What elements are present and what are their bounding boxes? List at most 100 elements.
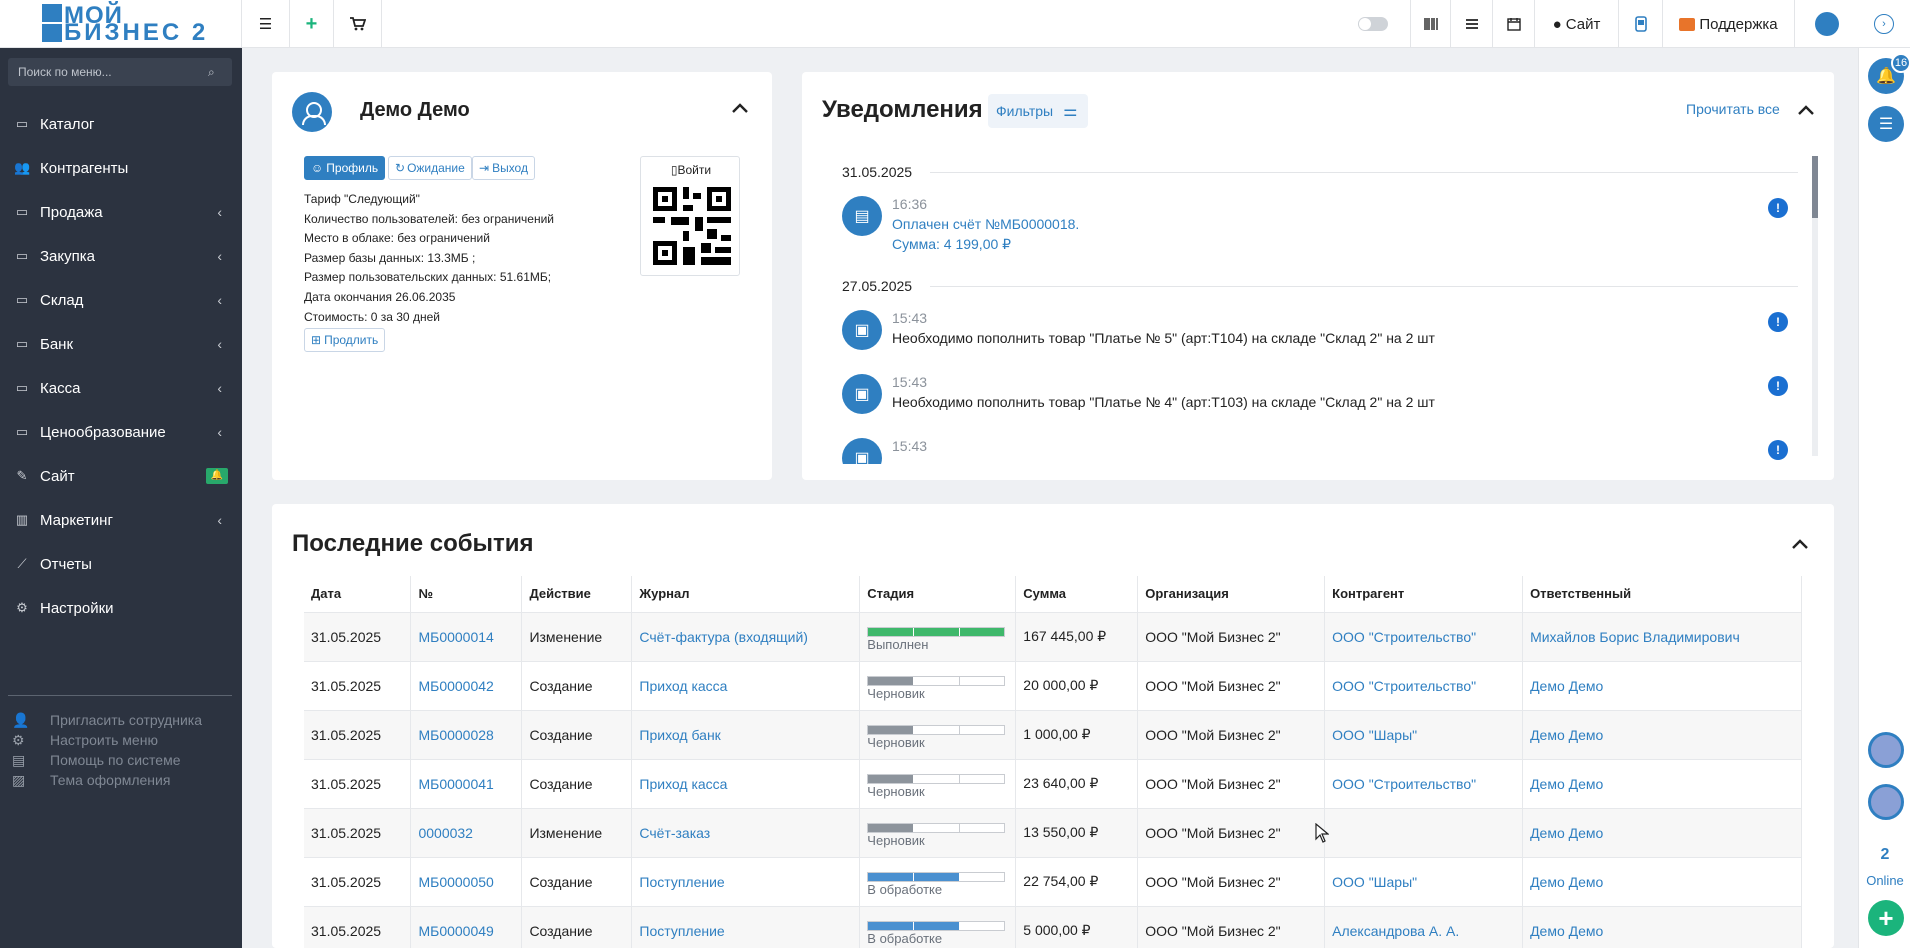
column-header[interactable]: №	[410, 576, 523, 613]
sidebar-item[interactable]: ⟋ Отчеты	[0, 542, 242, 586]
table-row[interactable]: 31.05.2025 МБ0000049 Создание Поступление В …	[304, 906, 1802, 948]
menu-search-input[interactable]	[8, 58, 232, 86]
document-number-link[interactable]: МБ0000014	[418, 629, 493, 645]
document-number-link[interactable]: МБ0000042	[418, 678, 493, 694]
sign-out-icon: ⇥	[479, 161, 490, 175]
plus-icon[interactable]: +	[290, 0, 334, 48]
table-row[interactable]: 31.05.2025 МБ0000014 Изменение Счёт-фактура…	[304, 612, 1802, 662]
calendar-icon[interactable]	[1492, 0, 1534, 48]
table-row[interactable]: 31.05.2025 МБ0000050 Создание Поступление В …	[304, 857, 1802, 907]
sidebar-item[interactable]: 👥 Контрагенты	[0, 146, 242, 190]
journal-link[interactable]: Счёт-заказ	[639, 825, 710, 841]
document-number-link[interactable]: МБ0000028	[418, 727, 493, 743]
chevron-up-icon[interactable]	[1792, 536, 1808, 554]
journal-link[interactable]: Поступление	[639, 874, 724, 890]
responsible-link[interactable]: Демо Демо	[1530, 776, 1603, 792]
column-header[interactable]: Организация	[1137, 576, 1326, 613]
journal-link[interactable]: Приход касса	[639, 678, 727, 694]
notification-sum[interactable]: Сумма: 4 199,00 ₽	[892, 236, 1011, 253]
avatar[interactable]	[1814, 12, 1839, 36]
support-button[interactable]: Поддержка	[1662, 0, 1794, 48]
column-header[interactable]: Сумма	[1015, 576, 1139, 613]
journal-link[interactable]: Приход касса	[639, 776, 727, 792]
counterparty-link[interactable]: ООО "Строительство"	[1332, 678, 1476, 694]
toggle-switch[interactable]	[1358, 17, 1388, 31]
sidebar-item[interactable]: ▥ Маркетинг ‹	[0, 498, 242, 542]
chat-icon[interactable]: ☰	[1868, 106, 1904, 142]
column-header[interactable]: Ответственный	[1522, 576, 1802, 613]
table-row[interactable]: 31.05.2025 0000032 Изменение Счёт-заказ Черн…	[304, 808, 1802, 858]
alert-icon[interactable]: !	[1768, 198, 1788, 218]
sidebar-extra-link[interactable]: ▤ Помощь по системе	[12, 750, 202, 770]
sidebar-item[interactable]: ▭ Ценообразование ‹	[0, 410, 242, 454]
responsible-link[interactable]: Демо Демо	[1530, 825, 1603, 841]
sidebar-item[interactable]: ▭ Банк ‹	[0, 322, 242, 366]
sidebar-item[interactable]: ▭ Каталог	[0, 102, 242, 146]
document-number-link[interactable]: МБ0000050	[418, 874, 493, 890]
sidebar-extra-link[interactable]: ▨ Тема оформления	[12, 770, 202, 790]
column-header[interactable]: Стадия	[859, 576, 1017, 613]
sidebar-item[interactable]: ⚙ Настройки	[0, 586, 242, 630]
journal-link[interactable]: Счёт-фактура (входящий)	[639, 629, 808, 645]
sidebar-item[interactable]: ▭ Касса ‹	[0, 366, 242, 410]
counterparty-link[interactable]: Александрова А. А.	[1332, 923, 1459, 939]
alert-icon[interactable]: !	[1768, 312, 1788, 332]
list-settings-icon[interactable]	[1450, 0, 1492, 48]
column-header[interactable]: Дата	[304, 576, 412, 613]
notification-text[interactable]: Необходимо пополнить товар "Платье № 5" …	[892, 330, 1435, 346]
mobile-app-icon[interactable]	[1618, 0, 1662, 48]
add-icon[interactable]: +	[1868, 900, 1904, 936]
sidebar-item[interactable]: ▭ Склад ‹	[0, 278, 242, 322]
logout-button[interactable]: ⇥ Выход	[472, 156, 535, 180]
responsible-link[interactable]: Демо Демо	[1530, 923, 1603, 939]
counterparty-link[interactable]: ООО "Строительство"	[1332, 629, 1476, 645]
responsible-link[interactable]: Михайлов Борис Владимирович	[1530, 629, 1740, 645]
search-icon[interactable]: ⌕	[208, 65, 215, 80]
alert-icon[interactable]: !	[1768, 440, 1788, 460]
sidebar-item[interactable]: ✎ Сайт 🔔	[0, 454, 242, 498]
chevron-up-icon[interactable]	[732, 100, 748, 118]
logo[interactable]: МОЙ БИЗНЕС 2	[0, 0, 242, 48]
column-header[interactable]: Журнал	[631, 576, 861, 613]
alert-icon[interactable]: !	[1768, 376, 1788, 396]
barcode-icon[interactable]	[1410, 0, 1450, 48]
journal-link[interactable]: Поступление	[639, 923, 724, 939]
profile-button[interactable]: ☺ Профиль	[304, 156, 386, 180]
document-number-link[interactable]: МБ0000049	[418, 923, 493, 939]
responsible-link[interactable]: Демо Демо	[1530, 727, 1603, 743]
table-row[interactable]: 31.05.2025 МБ0000041 Создание Приход касса Ч…	[304, 759, 1802, 809]
site-link[interactable]: ● Сайт	[1534, 0, 1618, 48]
sidebar-item[interactable]: ▭ Закупка ‹	[0, 234, 242, 278]
chevron-right-icon[interactable]: ›	[1874, 14, 1894, 34]
qr-login[interactable]: ▯Войти	[640, 156, 740, 276]
waiting-button[interactable]: ↻ Ожидание	[388, 156, 472, 180]
filters-button[interactable]: Фильтры ⚌	[988, 94, 1088, 128]
theme-toggle[interactable]	[1358, 0, 1388, 48]
extend-button[interactable]: ⊞ Продлить	[304, 328, 386, 352]
notification-text[interactable]: Оплачен счёт №МБ0000018.	[892, 216, 1079, 232]
notifications-scrollbar[interactable]	[1812, 156, 1818, 456]
column-header[interactable]: Действие	[521, 576, 633, 613]
counterparty-link[interactable]: ООО "Строительство"	[1332, 776, 1476, 792]
assistant-avatar[interactable]	[1868, 784, 1904, 820]
chevron-up-icon[interactable]	[1798, 102, 1814, 120]
read-all-link[interactable]: Прочитать все	[1686, 101, 1780, 117]
notification-text[interactable]: Необходимо пополнить товар "Платье № 4" …	[892, 394, 1435, 410]
responsible-link[interactable]: Демо Демо	[1530, 678, 1603, 694]
sidebar-extra-link[interactable]: ⚙ Настроить меню	[12, 730, 202, 750]
counterparty-link[interactable]: ООО "Шары"	[1332, 874, 1417, 890]
cart-icon[interactable]	[334, 0, 382, 48]
responsible-link[interactable]: Демо Демо	[1530, 874, 1603, 890]
table-row[interactable]: 31.05.2025 МБ0000042 Создание Приход касса Ч…	[304, 661, 1802, 711]
journal-link[interactable]: Приход банк	[639, 727, 720, 743]
document-number-link[interactable]: МБ0000041	[418, 776, 493, 792]
column-header[interactable]: Контрагент	[1324, 576, 1524, 613]
hamburger-icon[interactable]: ☰	[242, 0, 290, 48]
document-number-link[interactable]: 0000032	[418, 825, 473, 841]
counterparty-link[interactable]: ООО "Шары"	[1332, 727, 1417, 743]
sidebar-extra-link[interactable]: 👤 Пригласить сотрудника	[12, 710, 202, 730]
table-row[interactable]: 31.05.2025 МБ0000028 Создание Приход банк Че…	[304, 710, 1802, 760]
sidebar-item[interactable]: ▭ Продажа ‹	[0, 190, 242, 234]
assistant-avatar[interactable]	[1868, 732, 1904, 768]
user-menu[interactable]	[1794, 0, 1858, 48]
